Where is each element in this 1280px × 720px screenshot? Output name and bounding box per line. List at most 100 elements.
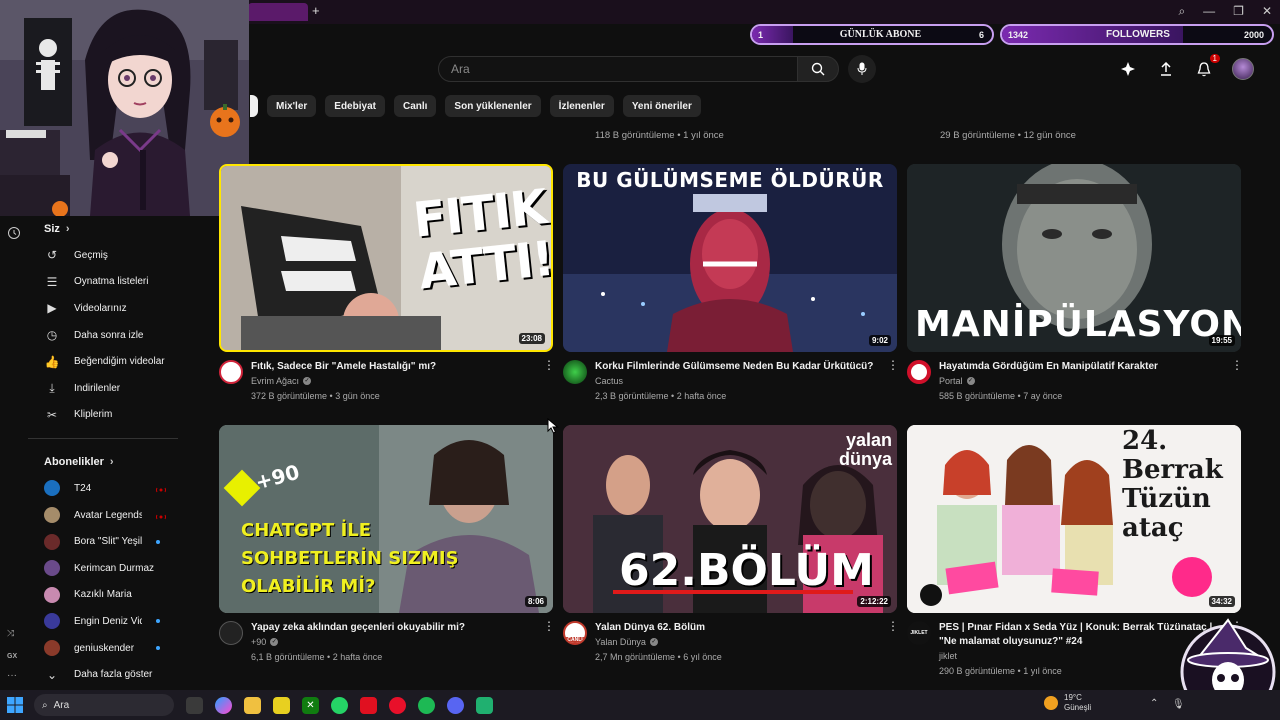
tray-chevron-icon[interactable]: ⌃ xyxy=(1150,698,1158,709)
browser-search-icon[interactable]: ⌕ xyxy=(1178,4,1185,19)
chip-watched[interactable]: İzlenenler xyxy=(549,95,614,117)
channel-avatar[interactable] xyxy=(907,360,931,384)
xbox-icon[interactable]: ✕ xyxy=(302,696,319,714)
guide-sidebar: Siz › ↺ Geçmiş ☰ Oynatma listeleri ▶ Videolar… xyxy=(28,216,182,686)
video-title[interactable]: Yapay zeka aklından geçenleri okuyabilir… xyxy=(251,621,553,635)
chip-live[interactable]: Canlı xyxy=(393,95,437,117)
video-card[interactable]: MANİPÜLASYON 19:55 Hayatımda Gördüğüm En… xyxy=(907,164,1243,404)
channel-avatar[interactable] xyxy=(219,360,243,384)
video-title[interactable]: Korku Filmlerinde Gülümseme Neden Bu Kad… xyxy=(595,360,897,374)
channel-avatar-label: JIKLET xyxy=(910,630,928,636)
microphone-tray-icon[interactable]: 🎙 xyxy=(1172,699,1185,710)
account-avatar[interactable] xyxy=(1232,58,1254,80)
video-thumbnail[interactable]: 24. Berrak Tüzün ataç 34:32 xyxy=(907,425,1241,613)
notifications-button[interactable]: 1 xyxy=(1194,54,1220,79)
browser-tab-active[interactable] xyxy=(248,3,308,21)
video-title[interactable]: Fıtık, Sadece Bir "Amele Hastalığı" mı? xyxy=(251,360,553,374)
video-thumbnail[interactable]: FITIK ATTI! 23:08 xyxy=(219,164,553,352)
history-icon: ↺ xyxy=(46,248,58,263)
minimize-icon[interactable]: — xyxy=(1203,4,1215,19)
channel-name[interactable]: Yalan Dünya xyxy=(595,635,646,649)
copilot-icon[interactable] xyxy=(215,696,232,714)
netflix-icon[interactable] xyxy=(360,696,377,714)
live-indicator-icon xyxy=(156,485,166,493)
more-actions-icon[interactable]: ⋮ xyxy=(1231,358,1243,372)
weather-widget[interactable]: 19°C Güneşli xyxy=(1044,693,1091,713)
sidebar-item-history[interactable]: ↺ Geçmiş xyxy=(28,242,182,269)
upload-button[interactable] xyxy=(1156,59,1176,79)
more-actions-icon[interactable]: ⋮ xyxy=(543,358,555,372)
create-button[interactable] xyxy=(1118,59,1138,79)
video-title[interactable]: Yalan Dünya 62. Bölüm xyxy=(595,621,897,635)
sidebar-item-clips[interactable]: ✂ Kliplerim xyxy=(28,402,182,429)
sidebar-item-liked-videos[interactable]: 👍 Beğendiğim videolar xyxy=(28,348,182,375)
chip-literature[interactable]: Edebiyat xyxy=(325,95,385,117)
chip-recently-uploaded[interactable]: Son yüklenenler xyxy=(445,95,541,117)
taskbar-search[interactable]: ⌕ Ara xyxy=(34,694,174,716)
you-section-title[interactable]: Siz › xyxy=(28,216,182,242)
more-icon[interactable]: ··· xyxy=(7,670,17,681)
restore-icon[interactable]: ❐ xyxy=(1233,4,1244,19)
discord-icon[interactable] xyxy=(447,696,464,714)
spotify-icon[interactable] xyxy=(418,696,435,714)
file-explorer-icon[interactable] xyxy=(244,696,261,714)
chip-all[interactable] xyxy=(250,95,258,117)
channel-name[interactable]: Portal xyxy=(939,374,963,388)
channel-avatar[interactable]: CANLI xyxy=(563,621,587,645)
subscription-item[interactable]: geniuskender xyxy=(28,635,182,662)
filter-chips-bar: Mix'ler Edebiyat Canlı Son yüklenenler İ… xyxy=(250,95,701,117)
show-more-button[interactable]: ⌄ Daha fazla göster xyxy=(28,661,182,688)
more-actions-icon[interactable]: ⋮ xyxy=(887,619,899,633)
voice-search-button[interactable] xyxy=(848,55,876,83)
sidebar-item-playlists[interactable]: ☰ Oynatma listeleri xyxy=(28,269,182,296)
start-button[interactable] xyxy=(0,690,30,720)
subscription-item[interactable]: Engin Deniz Vide... xyxy=(28,608,182,635)
video-thumbnail[interactable]: MANİPÜLASYON 19:55 xyxy=(907,164,1241,352)
close-icon[interactable]: ✕ xyxy=(1262,4,1272,19)
sidebar-item-label: İndirilenler xyxy=(74,382,121,394)
new-tab-button[interactable]: + xyxy=(312,3,320,18)
chip-mixes[interactable]: Mix'ler xyxy=(267,95,317,117)
sticky-notes-icon[interactable] xyxy=(273,696,290,714)
opera-gx-icon[interactable]: GX xyxy=(7,653,17,660)
clock-icon[interactable] xyxy=(7,226,21,240)
more-actions-icon[interactable]: ⋮ xyxy=(887,358,899,372)
chip-new-to-you[interactable]: Yeni öneriler xyxy=(622,95,701,117)
streamer-avatar-overlay xyxy=(0,0,249,216)
video-thumbnail[interactable]: +90 CHATGPT İLE SOHBETLERİN SIZMIŞ OLABİ… xyxy=(219,425,553,613)
channel-avatar[interactable]: JIKLET xyxy=(907,621,931,645)
channel-name[interactable]: Evrim Ağacı xyxy=(251,374,299,388)
subscription-item[interactable]: T24 xyxy=(28,475,182,502)
search-input[interactable]: Ara xyxy=(438,56,798,82)
channel-avatar[interactable] xyxy=(219,621,243,645)
subscription-item[interactable]: Avatar Legends xyxy=(28,502,182,529)
video-thumbnail[interactable]: yalan dünya 62.BÖLÜM 2:12:22 xyxy=(563,425,897,613)
app-icon[interactable] xyxy=(476,696,493,714)
more-actions-icon[interactable]: ⋮ xyxy=(543,619,555,633)
video-card[interactable]: FITIK ATTI! 23:08 Fıtık, Sadece Bir "Ame… xyxy=(219,164,555,404)
sidebar-item-watch-later[interactable]: ◷ Daha sonra izle xyxy=(28,322,182,349)
shuffle-icon[interactable]: ⤨ xyxy=(7,628,14,639)
channel-name[interactable]: Cactus xyxy=(595,374,623,388)
channel-name[interactable]: +90 xyxy=(251,635,266,649)
sidebar-item-downloads[interactable]: ⤓ İndirilenler xyxy=(28,375,182,402)
subscription-item[interactable]: Bora "Slit" Yeşilir... xyxy=(28,528,182,555)
opera-gx-taskbar-icon[interactable] xyxy=(389,696,406,714)
channel-name-row: Portal ✓ xyxy=(939,374,1241,388)
video-title[interactable]: Hayatımda Gördüğüm En Manipülatif Karakt… xyxy=(939,360,1241,374)
task-view-icon[interactable] xyxy=(186,696,203,714)
subscription-item[interactable]: Kerimcan Durmaz xyxy=(28,555,182,582)
subscription-item[interactable]: Kazıklı Maria xyxy=(28,582,182,609)
video-card[interactable]: yalan dünya 62.BÖLÜM 2:12:22 CANLI Yalan… xyxy=(563,425,899,665)
video-thumbnail[interactable]: BU GÜLÜMSEME ÖLDÜRÜR 9:02 xyxy=(563,164,897,352)
video-card[interactable]: +90 CHATGPT İLE SOHBETLERİN SIZMIŞ OLABİ… xyxy=(219,425,555,665)
channel-name[interactable]: jiklet xyxy=(939,649,957,663)
video-details: Yapay zeka aklından geçenleri okuyabilir… xyxy=(219,613,555,665)
subscriptions-section-title[interactable]: Abonelikler › xyxy=(28,449,182,475)
sidebar-item-your-videos[interactable]: ▶ Videolarınız xyxy=(28,295,182,322)
search-button[interactable] xyxy=(797,56,839,82)
video-card[interactable]: BU GÜLÜMSEME ÖLDÜRÜR 9:02 Korku Filmleri… xyxy=(563,164,899,404)
channel-name-row: Yalan Dünya ✓ xyxy=(595,635,897,649)
whatsapp-icon[interactable] xyxy=(331,696,348,714)
channel-avatar[interactable] xyxy=(563,360,587,384)
